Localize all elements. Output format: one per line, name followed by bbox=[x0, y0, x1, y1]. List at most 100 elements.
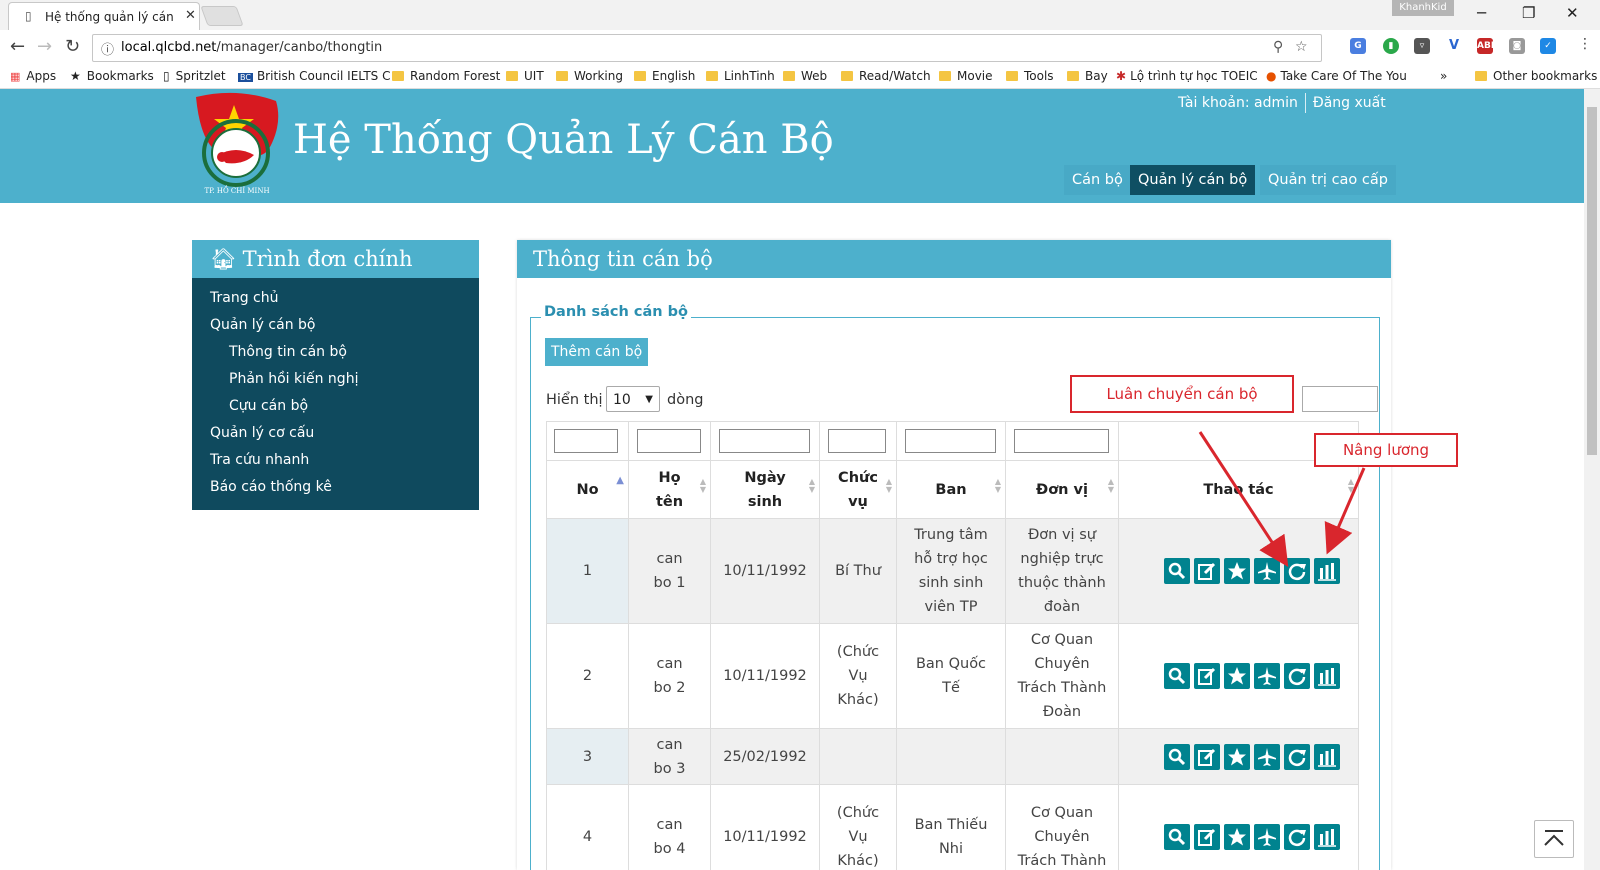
chart-button[interactable] bbox=[1313, 558, 1340, 584]
menu-item-quan-ly-co-cau[interactable]: Quản lý cơ cấu bbox=[210, 425, 314, 441]
bookmark-movie[interactable]: Movie bbox=[939, 69, 993, 83]
bookmark-working[interactable]: Working bbox=[556, 69, 623, 83]
edit-button[interactable] bbox=[1193, 663, 1220, 689]
extension-check-icon[interactable]: ✓ bbox=[1540, 38, 1556, 54]
menu-item-phan-hoi-kien-nghi[interactable]: Phản hồi kiến nghị bbox=[229, 371, 358, 387]
bookmark-tools[interactable]: Tools bbox=[1006, 69, 1054, 83]
bookmark-bay[interactable]: Bay bbox=[1067, 69, 1108, 83]
edit-button[interactable] bbox=[1193, 824, 1220, 850]
refresh-button[interactable] bbox=[1283, 663, 1310, 689]
airplane-button[interactable] bbox=[1253, 558, 1280, 584]
extension-v-icon[interactable]: V bbox=[1446, 38, 1462, 54]
filter-dob-input[interactable] bbox=[719, 429, 810, 453]
browser-tab[interactable]: ▯ Hệ thống quản lý cán bộ ✕ bbox=[8, 2, 200, 31]
filter-no-input[interactable] bbox=[554, 429, 618, 453]
column-header-position[interactable]: Chức vụ ▲ ▼ bbox=[820, 461, 897, 519]
edit-button[interactable] bbox=[1193, 743, 1220, 770]
menu-icon[interactable]: ⋮ bbox=[1578, 36, 1592, 52]
star-icon: ★ bbox=[70, 69, 81, 83]
forward-icon[interactable]: → bbox=[37, 36, 52, 57]
filter-dept-input[interactable] bbox=[905, 429, 996, 453]
bookmark-take-care[interactable]: ● Take Care Of The You bbox=[1266, 69, 1407, 83]
menu-item-bao-cao-thong-ke[interactable]: Báo cáo thống kê bbox=[210, 479, 332, 495]
column-header-actions[interactable]: Thao tác ▲ ▼ bbox=[1119, 461, 1359, 519]
airplane-button[interactable] bbox=[1253, 824, 1280, 850]
star-bookmark-icon[interactable]: ☆ bbox=[1295, 39, 1308, 55]
search-button[interactable] bbox=[1163, 558, 1190, 584]
star-button[interactable] bbox=[1223, 824, 1250, 850]
scroll-thumb[interactable] bbox=[1587, 107, 1597, 455]
bookmark-linhtinh[interactable]: LinhTinh bbox=[706, 69, 775, 83]
page-size-select[interactable]: 10 ▼ bbox=[606, 386, 660, 412]
refresh-button[interactable] bbox=[1283, 558, 1310, 584]
filter-unit-input[interactable] bbox=[1014, 429, 1109, 453]
bookmarks-overflow[interactable]: » bbox=[1440, 69, 1447, 83]
extension-green-icon[interactable]: ▮ bbox=[1383, 38, 1399, 54]
column-header-dept[interactable]: Ban ▲ ▼ bbox=[897, 461, 1006, 519]
reload-icon[interactable]: ↻ bbox=[65, 36, 80, 57]
search-button[interactable] bbox=[1163, 824, 1190, 850]
nav-quan-ly-can-bo[interactable]: Quản lý cán bộ bbox=[1130, 165, 1256, 195]
nav-can-bo[interactable]: Cán bộ bbox=[1064, 165, 1131, 195]
edit-button[interactable] bbox=[1193, 558, 1220, 584]
camera-icon[interactable]: ◙ bbox=[1509, 38, 1525, 54]
refresh-button[interactable] bbox=[1283, 743, 1310, 770]
search-icon bbox=[1168, 828, 1185, 846]
menu-item-thong-tin-can-bo[interactable]: Thông tin cán bộ bbox=[229, 344, 347, 360]
nav-quan-tri-cao-cap[interactable]: Quản trị cao cấp bbox=[1260, 165, 1396, 195]
star-button[interactable] bbox=[1223, 663, 1250, 689]
menu-item-cuu-can-bo[interactable]: Cựu cán bộ bbox=[229, 398, 308, 414]
chart-button[interactable] bbox=[1313, 824, 1340, 850]
profile-name[interactable]: KhanhKid bbox=[1392, 0, 1454, 16]
info-icon[interactable]: ⓘ bbox=[101, 39, 114, 58]
bookmark-random-forest[interactable]: Random Forest bbox=[392, 69, 500, 83]
menu-item-tra-cuu-nhanh[interactable]: Tra cứu nhanh bbox=[210, 452, 309, 468]
chart-button[interactable] bbox=[1313, 743, 1340, 770]
column-header-dob[interactable]: Ngày sinh ▲ ▼ bbox=[711, 461, 820, 519]
refresh-button[interactable] bbox=[1283, 824, 1310, 850]
bookmark-apps[interactable]: ▦ Apps bbox=[10, 69, 56, 83]
account-label[interactable]: Tài khoản: admin bbox=[1178, 95, 1298, 111]
zoom-icon[interactable]: ⚲ bbox=[1273, 39, 1283, 55]
search-input[interactable] bbox=[1302, 386, 1378, 412]
page-scrollbar[interactable] bbox=[1584, 89, 1600, 870]
column-header-unit[interactable]: Đơn vị ▲ ▼ bbox=[1006, 461, 1119, 519]
search-button[interactable] bbox=[1163, 743, 1190, 770]
bookmark-read-watch[interactable]: Read/Watch bbox=[841, 69, 931, 83]
pocket-icon[interactable]: ▿ bbox=[1414, 38, 1430, 54]
search-button[interactable] bbox=[1163, 663, 1190, 689]
filter-name-input[interactable] bbox=[637, 429, 701, 453]
airplane-button[interactable] bbox=[1253, 743, 1280, 770]
address-bar[interactable]: ⓘ local.qlcbd.net/manager/canbo/thongtin… bbox=[92, 34, 1322, 62]
translate-icon[interactable]: G bbox=[1350, 38, 1366, 54]
star-button[interactable] bbox=[1223, 743, 1250, 770]
close-window-icon[interactable]: ✕ bbox=[1566, 4, 1579, 22]
bookmark-web[interactable]: Web bbox=[783, 69, 827, 83]
back-icon[interactable]: ← bbox=[10, 36, 25, 57]
filter-position-input[interactable] bbox=[828, 429, 886, 453]
bookmark-toeic[interactable]: ✱ Lộ trình tự học TOEIC bbox=[1116, 69, 1258, 83]
restore-icon[interactable]: ❐ bbox=[1522, 4, 1535, 22]
bookmark-bookmarks[interactable]: ★ Bookmarks bbox=[70, 69, 154, 83]
bookmark-british-council[interactable]: BC British Council IELTS C bbox=[238, 69, 390, 83]
minimize-icon[interactable]: ─ bbox=[1477, 4, 1486, 22]
airplane-button[interactable] bbox=[1253, 663, 1280, 689]
add-staff-button[interactable]: Thêm cán bộ bbox=[545, 338, 649, 366]
column-header-no[interactable]: No ▲ bbox=[546, 461, 629, 519]
bookmark-other[interactable]: Other bookmarks bbox=[1475, 69, 1597, 83]
menu-item-trang-chu[interactable]: Trang chủ bbox=[210, 290, 278, 306]
bookmark-spritzlet[interactable]: ▯ Spritzlet bbox=[163, 69, 226, 83]
bookmark-uit[interactable]: UIT bbox=[506, 69, 544, 83]
folder-icon bbox=[841, 71, 853, 81]
logout-link[interactable]: Đăng xuất bbox=[1313, 95, 1386, 111]
scroll-to-top-button[interactable] bbox=[1534, 820, 1574, 858]
airplane-icon bbox=[1257, 562, 1276, 580]
bookmark-english[interactable]: English bbox=[634, 69, 695, 83]
adblock-icon[interactable]: ABP bbox=[1477, 38, 1497, 54]
star-button[interactable] bbox=[1223, 558, 1250, 584]
column-header-name[interactable]: Họ tên ▲ ▼ bbox=[629, 461, 711, 519]
chart-button[interactable] bbox=[1313, 663, 1340, 689]
menu-item-quan-ly-can-bo[interactable]: Quản lý cán bộ bbox=[210, 317, 315, 333]
close-tab-icon[interactable]: ✕ bbox=[185, 8, 196, 23]
new-tab-button[interactable] bbox=[200, 6, 244, 26]
